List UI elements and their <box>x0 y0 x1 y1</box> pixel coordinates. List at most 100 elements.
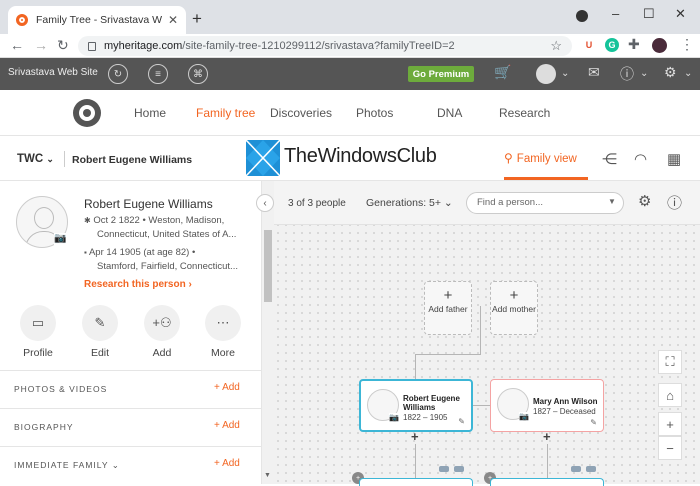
nav-home[interactable]: Home <box>134 106 166 120</box>
generations-selector[interactable]: Generations: 5+ ⌄ <box>366 197 453 209</box>
find-dropdown-icon[interactable]: ▼ <box>608 197 616 206</box>
relation-chip[interactable] <box>454 466 464 472</box>
notes-icon[interactable]: ≡ <box>148 64 168 84</box>
plus-icon: + <box>443 287 453 304</box>
nav-research[interactable]: Research <box>499 106 550 120</box>
tree-search-icon[interactable]: ⌘ <box>188 64 208 84</box>
bookmark-star-icon[interactable]: ☆ <box>550 38 562 54</box>
add-photos-button[interactable]: + Add <box>214 382 240 393</box>
tree-selector[interactable]: TWC ⌄ <box>17 153 54 165</box>
address-bar[interactable]: myheritage.com/site-family-tree-12102991… <box>78 36 572 56</box>
account-avatar-icon[interactable] <box>536 64 556 84</box>
panel-scrollbar[interactable] <box>262 181 274 484</box>
person-dates: 1827 – Deceased <box>533 407 596 416</box>
help-icon[interactable]: ⓘ <box>620 64 634 84</box>
camera-icon[interactable]: 📷 <box>54 233 68 245</box>
myheritage-logo-icon[interactable] <box>73 99 101 127</box>
profile-card-icon[interactable]: ▭ <box>20 305 56 341</box>
fullscreen-icon[interactable]: ⛶ <box>658 350 682 374</box>
minimize-button[interactable]: – <box>612 6 619 21</box>
browser-menu-icon[interactable]: ⋮ <box>680 36 694 53</box>
spouse-connector <box>473 405 490 406</box>
tree-canvas[interactable] <box>274 181 700 484</box>
person-card-robert[interactable]: 📷 Robert Eugene Williams 1822 – 1905 ✎ <box>359 379 473 432</box>
child-card[interactable] <box>490 478 604 486</box>
add-mother-box[interactable]: + Add mother <box>490 281 538 335</box>
add-child-plus-icon[interactable]: + <box>543 429 551 444</box>
cart-icon[interactable]: 🛒 <box>494 64 511 81</box>
add-button[interactable]: Add <box>132 347 192 359</box>
edit-pencil-icon[interactable]: ✎ <box>590 418 597 427</box>
pencil-icon[interactable]: ✎ <box>82 305 118 341</box>
add-father-box[interactable]: + Add father <box>424 281 472 335</box>
scroll-down-icon[interactable]: ▼ <box>264 472 271 479</box>
home-icon[interactable]: ⌂ <box>658 383 682 407</box>
new-tab-button[interactable]: + <box>192 9 202 29</box>
death-line-2: Stamford, Fairfield, Connecticut... <box>97 261 238 272</box>
divider <box>64 151 65 167</box>
person-name: Robert Eugene Williams <box>84 197 213 211</box>
close-window-button[interactable]: ✕ <box>675 6 686 22</box>
person-card-mary[interactable]: 📷 Mary Ann Wilson 1827 – Deceased ✎ <box>490 379 604 432</box>
family-view-tab[interactable]: ⚲ Family view <box>504 151 577 165</box>
mail-icon[interactable]: ✉ <box>588 64 600 81</box>
url-path: /site-family-tree-1210299112/srivastava?… <box>182 40 455 52</box>
fan-view-icon[interactable]: ◠ <box>634 150 647 168</box>
immediate-family-title[interactable]: IMMEDIATE FAMILY ⌄ <box>14 460 120 471</box>
person-dates: 1822 – 1905 <box>403 413 448 422</box>
add-biography-button[interactable]: + Add <box>214 420 240 431</box>
refresh-icon[interactable]: ↻ <box>108 64 128 84</box>
pedigree-view-icon[interactable]: ⋲ <box>602 150 617 168</box>
birth-line-1: Oct 2 1822 • Weston, Madison, <box>93 215 225 226</box>
edit-pencil-icon[interactable]: ✎ <box>458 417 465 426</box>
nav-family-tree[interactable]: Family tree <box>196 106 255 120</box>
reload-icon[interactable]: ↻ <box>57 37 69 54</box>
camera-icon[interactable]: 📷 <box>519 412 529 421</box>
child-card[interactable] <box>359 478 473 486</box>
edit-button[interactable]: Edit <box>70 347 130 359</box>
more-button[interactable]: More <box>193 347 253 359</box>
browser-tab[interactable]: Family Tree - Srivastava Web Site ✕ <box>8 6 186 34</box>
relation-chip[interactable] <box>571 466 581 472</box>
list-view-icon[interactable]: ▦ <box>667 150 681 168</box>
user-avatar-icon[interactable] <box>652 38 667 53</box>
camera-icon[interactable]: 📷 <box>389 413 399 422</box>
zoom-in-button[interactable]: + <box>658 412 682 436</box>
chevron-down-icon[interactable]: ⌄ <box>561 68 569 79</box>
selected-person-name: Robert Eugene Williams <box>72 154 193 166</box>
settings-chevron-icon[interactable]: ⌄ <box>684 68 692 79</box>
relation-chip[interactable] <box>586 466 596 472</box>
add-child-plus-icon[interactable]: + <box>411 429 419 444</box>
tree-settings-gear-icon[interactable]: ⚙ <box>638 192 651 210</box>
extensions-puzzle-icon[interactable]: ✚ <box>628 36 640 53</box>
more-dots-icon[interactable]: ⋯ <box>205 305 241 341</box>
profile-button[interactable]: Profile <box>8 347 68 359</box>
research-this-person-link[interactable]: Research this person › <box>84 279 192 290</box>
help-chevron-icon[interactable]: ⌄ <box>640 68 648 79</box>
close-tab-icon[interactable]: ✕ <box>168 13 178 27</box>
back-arrow-icon[interactable]: ← <box>10 37 24 53</box>
settings-gear-icon[interactable]: ⚙ <box>664 64 677 81</box>
find-person-input[interactable]: Find a person... <box>466 192 624 214</box>
grammarly-icon[interactable]: G <box>605 38 619 52</box>
site-name[interactable]: Srivastava Web Site <box>8 67 98 78</box>
collapse-panel-button[interactable]: ‹ <box>256 194 274 212</box>
add-person-icon[interactable]: +⚇ <box>144 305 180 341</box>
ublock-icon[interactable]: U <box>582 38 596 52</box>
nav-dna[interactable]: DNA <box>437 106 462 120</box>
tree-help-icon[interactable]: ⓘ <box>667 192 682 213</box>
family-view-icon: ⚲ <box>504 151 513 165</box>
forward-arrow-icon[interactable]: → <box>34 37 48 53</box>
scrollbar-thumb[interactable] <box>264 230 272 302</box>
profile-dropdown-icon[interactable] <box>576 10 588 22</box>
zoom-out-button[interactable]: − <box>658 436 682 460</box>
nav-discoveries[interactable]: Discoveries <box>270 106 332 120</box>
relation-chip[interactable] <box>439 466 449 472</box>
main-navigation <box>0 90 700 136</box>
go-premium-button[interactable]: Go Premium <box>408 66 474 82</box>
maximize-button[interactable]: ☐ <box>643 6 655 22</box>
add-family-button[interactable]: + Add <box>214 458 240 469</box>
nav-photos[interactable]: Photos <box>356 106 393 120</box>
people-count: 3 of 3 people <box>288 198 346 209</box>
chevron-down-icon: ⌄ <box>46 154 54 164</box>
